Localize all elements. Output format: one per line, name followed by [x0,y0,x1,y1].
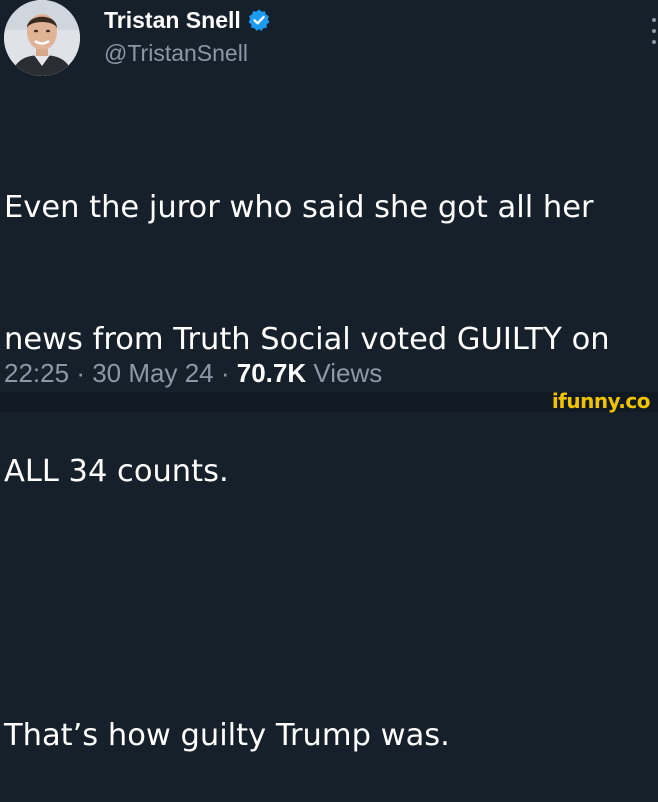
tweet-date[interactable]: 30 May 24 [92,358,213,388]
author-name-row: Tristan Snell [104,4,271,36]
verified-badge-icon [247,8,271,32]
author-avatar[interactable] [4,0,80,76]
watermark-logo: ifunny.co [551,389,651,413]
tweet-line: news from Truth Social voted GUILTY on [4,322,610,357]
author-handle[interactable]: @TristanSnell [104,40,248,67]
meta-separator: · [76,358,85,388]
tweet-line: That’s how guilty Trump was. [4,718,450,753]
tweet-line [4,582,658,626]
more-options-icon[interactable] [650,18,658,52]
tweet-text: Even the juror who said she got all her … [4,98,658,802]
tweet-meta: 22:25 · 30 May 24 · 70.7K Views [4,358,382,389]
author-display-name[interactable]: Tristan Snell [104,7,241,34]
meta-separator: · [220,358,230,388]
avatar-photo [4,0,80,76]
tweet-line: ALL 34 counts. [4,454,229,489]
tweet-line: Even the juror who said she got all her [4,190,594,225]
views-count[interactable]: 70.7K [237,358,306,388]
tweet-time[interactable]: 22:25 [4,358,69,388]
views-label: Views [313,358,383,388]
